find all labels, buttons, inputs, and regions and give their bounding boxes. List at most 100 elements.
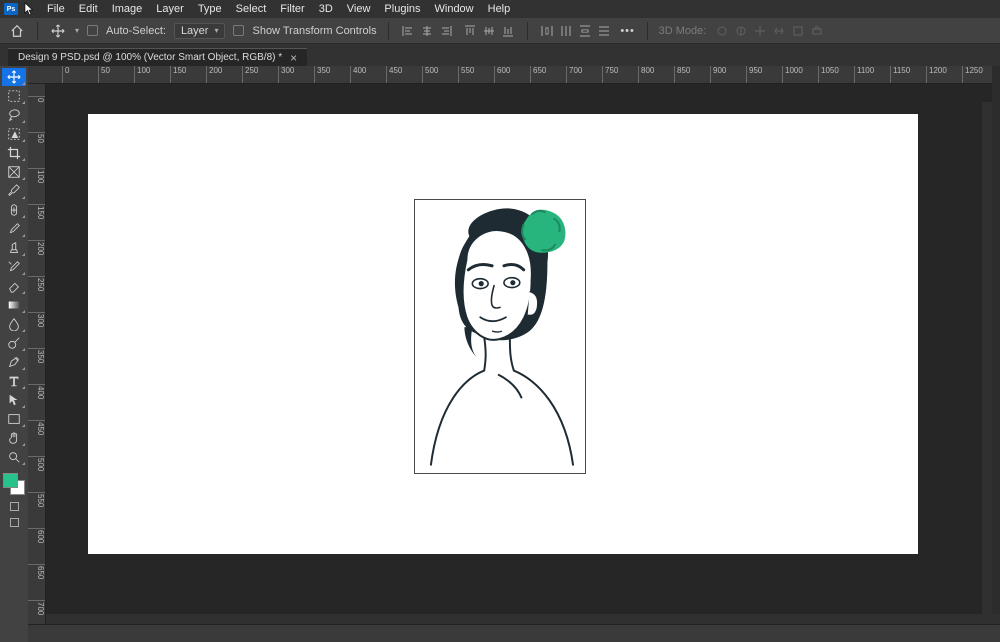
hand-tool[interactable]	[2, 429, 26, 447]
ruler-tick: 600	[494, 66, 534, 83]
document-tab[interactable]: Design 9 PSD.psd @ 100% (Vector Smart Ob…	[8, 48, 307, 66]
ruler-tick: 1150	[890, 66, 930, 83]
ruler-tick: 100	[134, 66, 174, 83]
history-brush-tool[interactable]	[2, 258, 26, 276]
ruler-tick: 450	[386, 66, 426, 83]
menu-select[interactable]: Select	[229, 0, 274, 18]
align-right-icon[interactable]	[438, 23, 454, 39]
collapsed-panels-strip[interactable]	[992, 66, 1000, 642]
ruler-tick: 100	[28, 168, 45, 208]
screen-mode-toggle[interactable]	[10, 518, 19, 527]
ruler-tick: 1000	[782, 66, 822, 83]
distribute-vcenter-icon[interactable]	[596, 23, 612, 39]
color-swatches[interactable]	[3, 473, 25, 495]
lasso-tool[interactable]	[2, 106, 26, 124]
move-tool[interactable]	[2, 68, 26, 86]
close-tab-icon[interactable]: ×	[290, 53, 297, 63]
home-icon[interactable]	[8, 22, 26, 40]
canvas-area[interactable]	[46, 84, 992, 642]
pan-3d-icon	[752, 23, 768, 39]
frame-tool[interactable]	[2, 163, 26, 181]
auto-select-checkbox[interactable]	[87, 25, 98, 36]
ruler-tick: 1200	[926, 66, 966, 83]
menu-bar: Ps File Edit Image Layer Type Select Fil…	[0, 0, 1000, 18]
path-selection-tool[interactable]	[2, 391, 26, 409]
document-tab-title: Design 9 PSD.psd @ 100% (Vector Smart Ob…	[18, 52, 282, 63]
brush-tool[interactable]	[2, 220, 26, 238]
align-vcenter-icon[interactable]	[481, 23, 497, 39]
ruler-tick: 300	[278, 66, 318, 83]
menu-view[interactable]: View	[340, 0, 378, 18]
pen-tool[interactable]	[2, 353, 26, 371]
align-hcenter-icon[interactable]	[419, 23, 435, 39]
ruler-tick: 500	[28, 456, 45, 496]
distribute-group	[539, 23, 612, 39]
ruler-vertical[interactable]: 0501001502002503003504004505005506006507…	[28, 84, 46, 642]
move-tool-icon[interactable]	[49, 22, 67, 40]
options-bar: ▾ Auto-Select: Layer ▾ Show Transform Co…	[0, 18, 1000, 44]
ruler-tick: 1050	[818, 66, 858, 83]
eyedropper-tool[interactable]	[2, 182, 26, 200]
ruler-tick: 1250	[962, 66, 992, 83]
placed-vector-smart-object[interactable]	[414, 199, 586, 474]
ruler-horizontal[interactable]: 0501001502002503003504004505005506006507…	[28, 66, 992, 84]
menu-plugins[interactable]: Plugins	[377, 0, 427, 18]
menu-filter[interactable]: Filter	[273, 0, 311, 18]
rectangle-tool[interactable]	[2, 410, 26, 428]
spot-healing-tool[interactable]	[2, 201, 26, 219]
align-top-icon[interactable]	[462, 23, 478, 39]
align-group	[400, 23, 454, 39]
eraser-tool[interactable]	[2, 277, 26, 295]
distribute-v-icon[interactable]	[577, 23, 593, 39]
ruler-tick: 450	[28, 420, 45, 460]
align-v-group	[462, 23, 516, 39]
auto-select-target-value: Layer	[181, 25, 209, 37]
scale-3d-icon	[790, 23, 806, 39]
ruler-tick: 300	[28, 312, 45, 352]
distribute-h-icon[interactable]	[539, 23, 555, 39]
blur-tool[interactable]	[2, 315, 26, 333]
dodge-tool[interactable]	[2, 334, 26, 352]
type-tool[interactable]	[2, 372, 26, 390]
menu-layer[interactable]: Layer	[149, 0, 191, 18]
gradient-tool[interactable]	[2, 296, 26, 314]
menu-help[interactable]: Help	[481, 0, 518, 18]
more-options-icon[interactable]: •••	[620, 23, 636, 39]
distribute-hcenter-icon[interactable]	[558, 23, 574, 39]
app-badge[interactable]: Ps	[4, 3, 18, 15]
chevron-down-icon[interactable]: ▾	[75, 26, 79, 35]
ruler-tick: 900	[710, 66, 750, 83]
ruler-tick: 200	[206, 66, 246, 83]
ruler-tick: 550	[458, 66, 498, 83]
align-left-icon[interactable]	[400, 23, 416, 39]
ruler-tick: 800	[638, 66, 678, 83]
toolbox	[0, 66, 28, 642]
foreground-color-swatch[interactable]	[3, 473, 18, 488]
clone-stamp-tool[interactable]	[2, 239, 26, 257]
mode-3d-label: 3D Mode:	[659, 25, 707, 37]
menu-file[interactable]: File	[40, 0, 72, 18]
ruler-tick: 950	[746, 66, 786, 83]
ruler-tick: 650	[530, 66, 570, 83]
scrollbar-horizontal[interactable]	[46, 614, 1000, 624]
menu-window[interactable]: Window	[428, 0, 481, 18]
ruler-tick: 650	[28, 564, 45, 604]
auto-select-target-dropdown[interactable]: Layer ▾	[174, 23, 226, 39]
menu-type[interactable]: Type	[191, 0, 229, 18]
menu-edit[interactable]: Edit	[72, 0, 105, 18]
marquee-tool[interactable]	[2, 87, 26, 105]
ruler-tick: 350	[314, 66, 354, 83]
ruler-tick: 1100	[854, 66, 894, 83]
quick-mask-toggle[interactable]	[10, 502, 19, 511]
object-selection-tool[interactable]	[2, 125, 26, 143]
zoom-tool[interactable]	[2, 448, 26, 466]
scrollbar-vertical[interactable]	[982, 102, 992, 614]
divider	[37, 22, 38, 40]
ruler-tick: 500	[422, 66, 462, 83]
menu-image[interactable]: Image	[105, 0, 150, 18]
align-bottom-icon[interactable]	[500, 23, 516, 39]
menu-3d[interactable]: 3D	[312, 0, 340, 18]
crop-tool[interactable]	[2, 144, 26, 162]
show-transform-checkbox[interactable]	[233, 25, 244, 36]
ruler-tick: 150	[28, 204, 45, 244]
